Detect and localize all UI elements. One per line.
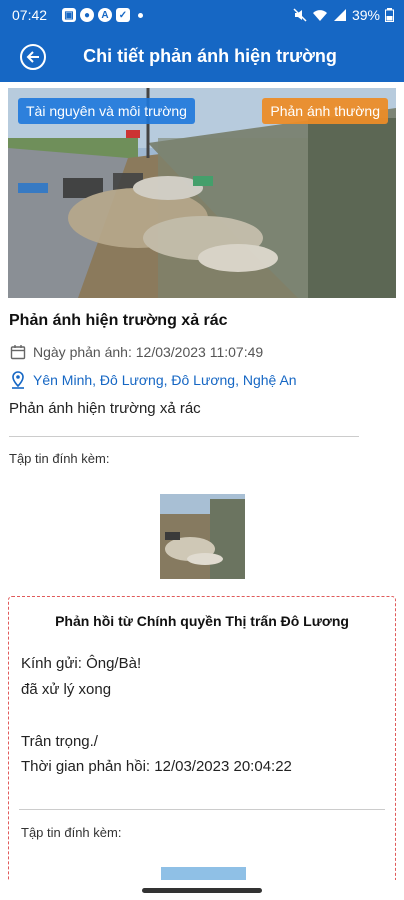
system-nav-bar bbox=[0, 880, 404, 900]
response-message: đã xử lý xong bbox=[21, 681, 112, 698]
status-bar: 07:42 ▣ ● A ✓ 39% bbox=[0, 0, 404, 32]
divider bbox=[19, 809, 385, 810]
attachment-image bbox=[160, 494, 245, 579]
attachments-label: Tập tin đính kèm: bbox=[9, 451, 110, 466]
battery-percent: 39% bbox=[351, 7, 380, 23]
status-time: 07:42 bbox=[12, 7, 48, 23]
response-greeting: Kính gửi: Ông/Bà! bbox=[21, 655, 142, 672]
signal-icon bbox=[333, 9, 346, 21]
more-dot-icon bbox=[138, 12, 143, 18]
response-time: Thời gian phản hồi: 12/03/2023 20:04:22 bbox=[21, 758, 292, 775]
wifi-icon bbox=[312, 10, 327, 21]
divider bbox=[9, 436, 359, 437]
government-response-card: Phản hồi từ Chính quyền Thị trấn Đô Lươn… bbox=[8, 596, 396, 900]
location-pin-icon bbox=[9, 371, 27, 389]
report-location-text: Yên Minh, Đô Lương, Đô Lương, Nghệ An bbox=[33, 372, 297, 388]
check-icon: ✓ bbox=[116, 8, 130, 22]
report-photo[interactable]: Tài nguyên và môi trường Phản ánh thường bbox=[8, 88, 396, 298]
response-title: Phản hồi từ Chính quyền Thị trấn Đô Lươn… bbox=[55, 613, 349, 629]
response-closing: Trân trọng./ bbox=[21, 733, 98, 750]
report-type-tag: Phản ánh thường bbox=[262, 98, 388, 124]
report-title: Phản ánh hiện trường xả rác bbox=[9, 312, 228, 329]
messenger-icon: ● bbox=[80, 8, 94, 22]
category-tag: Tài nguyên và môi trường bbox=[18, 98, 195, 124]
notification-icons: ▣ ● A ✓ bbox=[62, 8, 143, 22]
page-title: Chi tiết phản ánh hiện trường bbox=[83, 46, 337, 66]
app-bar: Chi tiết phản ánh hiện trường bbox=[0, 32, 404, 82]
report-date-text: Ngày phản ánh: 12/03/2023 11:07:49 bbox=[33, 344, 264, 360]
home-gesture-handle[interactable] bbox=[142, 888, 262, 893]
report-date: Ngày phản ánh: 12/03/2023 11:07:49 bbox=[9, 343, 263, 361]
gallery-icon: ▣ bbox=[62, 8, 76, 22]
mute-icon bbox=[293, 8, 307, 22]
battery-icon bbox=[385, 8, 394, 22]
report-location[interactable]: Yên Minh, Đô Lương, Đô Lương, Nghệ An bbox=[9, 371, 297, 389]
attachment-thumbnail[interactable] bbox=[160, 494, 245, 579]
calendar-icon bbox=[9, 343, 27, 361]
report-description: Phản ánh hiện trường xả rác bbox=[9, 400, 201, 417]
response-attachments-label: Tập tin đính kèm: bbox=[21, 825, 122, 840]
a-icon: A bbox=[98, 8, 112, 22]
status-right: 39% bbox=[293, 7, 394, 23]
